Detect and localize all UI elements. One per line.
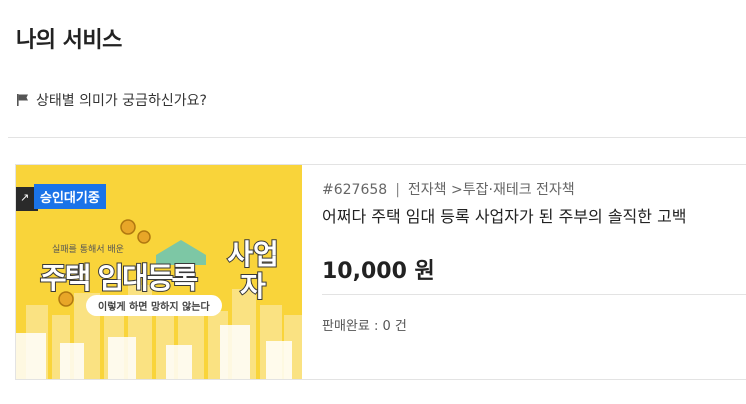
status-help-label: 상태별 의미가 궁금하신가요? bbox=[36, 93, 207, 109]
service-meta: #627658 | 전자책 >투잡·재테크 전자책 bbox=[322, 182, 575, 198]
thumbnail-side-text: 사업 자 bbox=[226, 238, 280, 304]
status-badge: 승인대기중 bbox=[34, 184, 106, 209]
info-divider bbox=[322, 294, 746, 295]
thumbnail-sub-text: 이렇게 하면 망하지 않는다 bbox=[86, 295, 222, 316]
flag-icon bbox=[16, 93, 30, 107]
service-card[interactable]: ↗ 승인대기중 실패를 통해서 배운 주택 임대등록 사업 자 이렇게 하면 망하… bbox=[15, 164, 746, 380]
service-price: 10,000 원 bbox=[322, 259, 435, 284]
sales-count: 판매완료 : 0 건 bbox=[322, 319, 407, 334]
thumbnail-small-text: 실패를 통해서 배운 bbox=[52, 245, 124, 255]
subcategory: >투잡·재테크 전자책 bbox=[451, 182, 575, 198]
service-info: #627658 | 전자책 >투잡·재테크 전자책 어쩌다 주택 임대 등록 사업자… bbox=[322, 165, 746, 379]
category: 전자책 bbox=[407, 182, 447, 198]
page-title: 나의 서비스 bbox=[16, 28, 122, 53]
thumbnail-main-text: 주택 임대등록 bbox=[39, 260, 199, 296]
service-title[interactable]: 어쩌다 주택 임대 등록 사업자가 된 주부의 솔직한 고백 bbox=[322, 203, 687, 227]
section-divider bbox=[8, 137, 746, 138]
service-thumbnail[interactable]: ↗ 승인대기중 실패를 통해서 배운 주택 임대등록 사업 자 이렇게 하면 망하… bbox=[16, 165, 302, 379]
item-id: #627658 bbox=[322, 182, 388, 198]
status-help-link[interactable]: 상태별 의미가 궁금하신가요? bbox=[16, 90, 207, 110]
